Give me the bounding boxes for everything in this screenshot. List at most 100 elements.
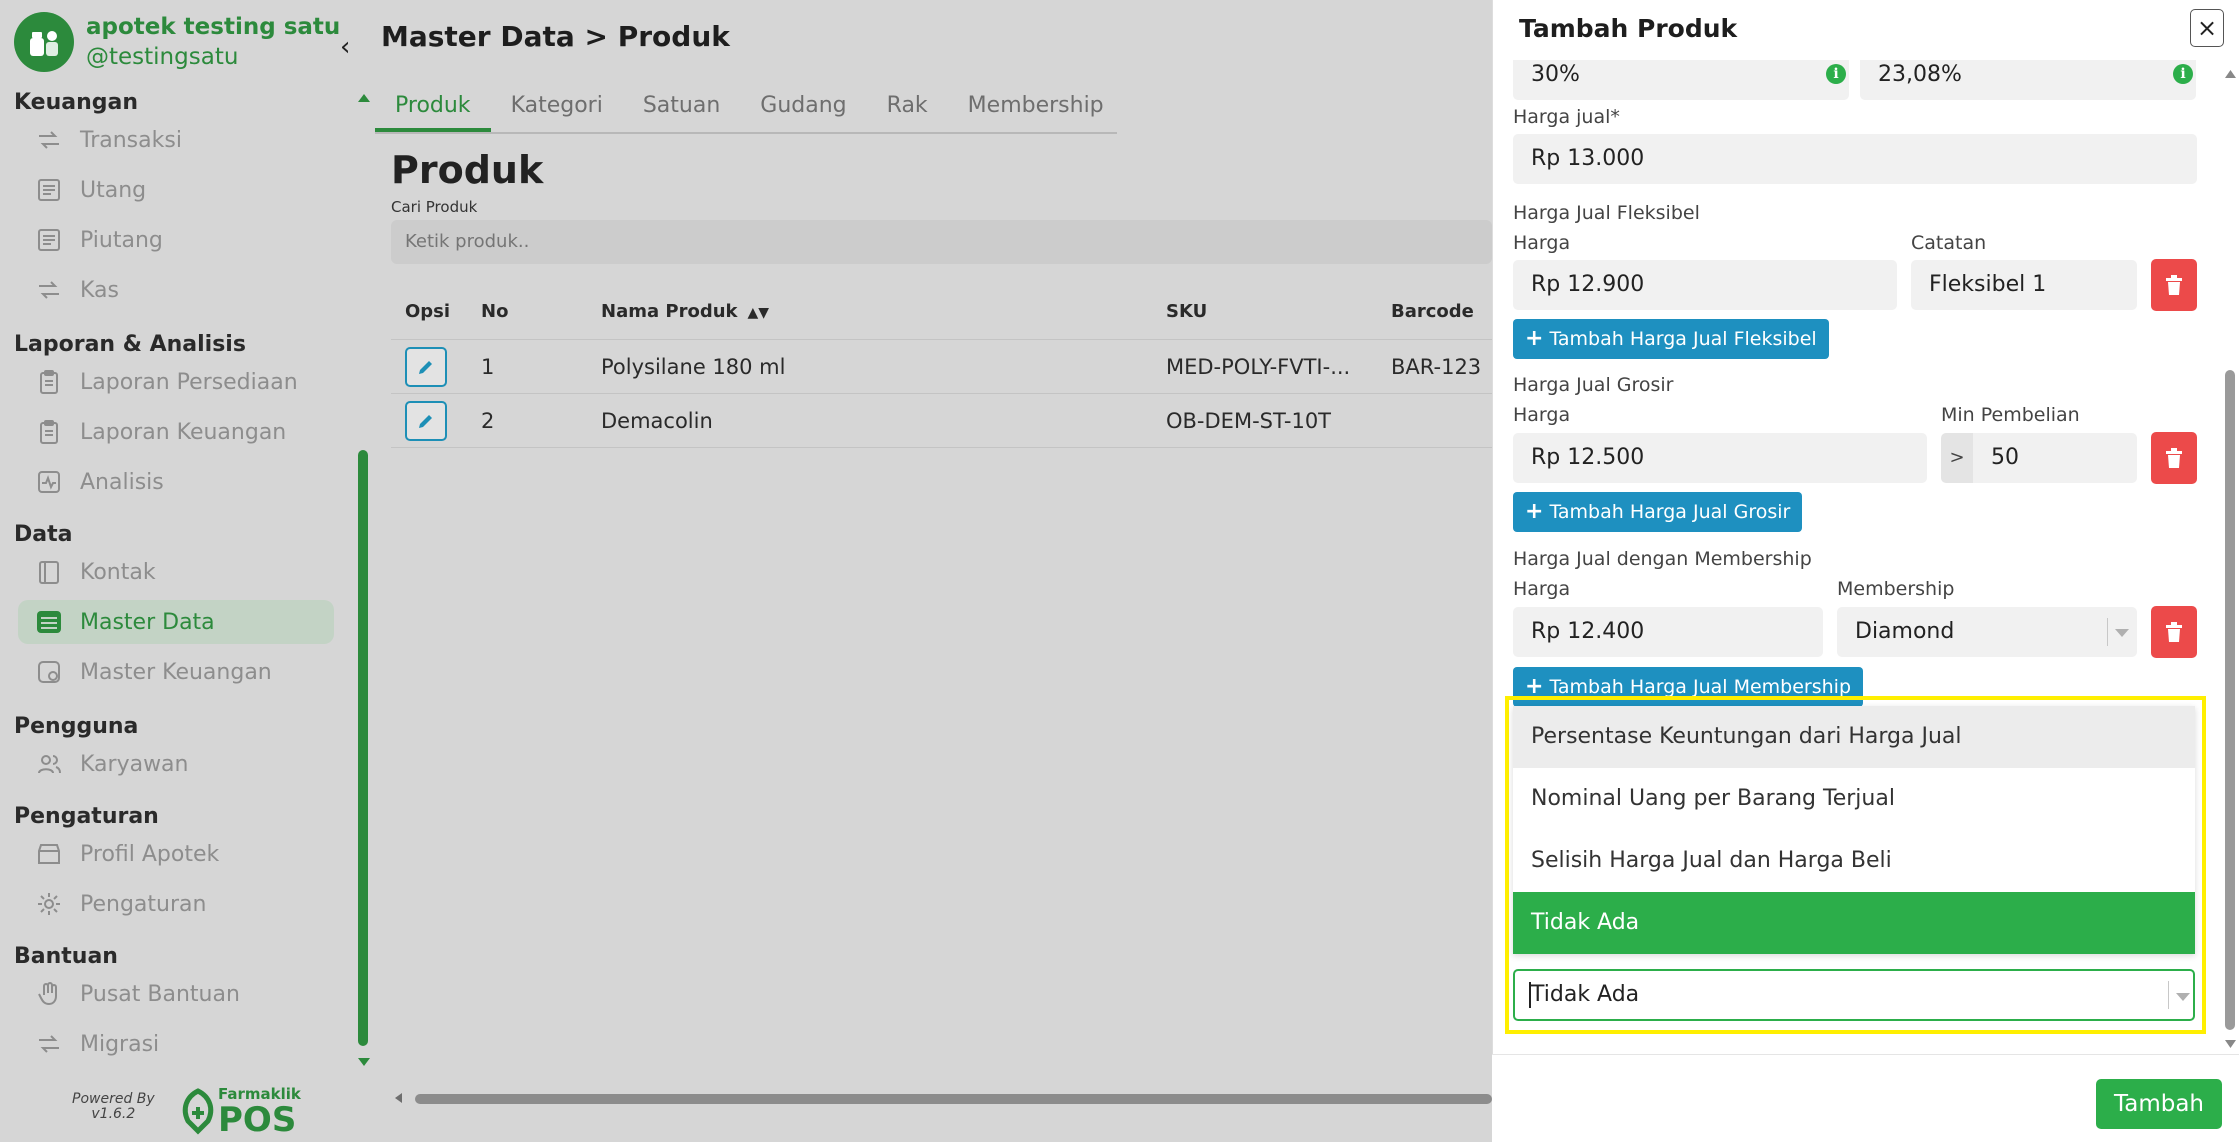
store-icon (32, 837, 66, 871)
sidebar-item-master-data[interactable]: Master Data (18, 600, 334, 644)
margin-percent-field[interactable]: 30% (1513, 60, 1849, 100)
col-opsi: Opsi (405, 301, 451, 322)
cell-nama: Polysilane 180 ml (601, 354, 786, 379)
clipboard-icon (32, 365, 66, 399)
sidebar-item-label: Profil Apotek (80, 841, 220, 867)
sidebar-item-label: Pusat Bantuan (80, 981, 240, 1007)
cash-icon (32, 273, 66, 307)
edit-button[interactable] (405, 400, 447, 441)
select-separator (2168, 981, 2169, 1009)
sidebar-scrollbar-thumb[interactable] (358, 450, 368, 1046)
sidebar-item-label: Migrasi (80, 1031, 160, 1057)
fleksibel-harga-label: Harga (1513, 232, 1571, 254)
contact-book-icon (32, 555, 66, 589)
sidebar-item-label: Master Keuangan (80, 659, 272, 685)
pencil-icon (419, 414, 432, 428)
ledger-icon (32, 173, 66, 207)
close-button[interactable]: × (2190, 9, 2224, 47)
dropdown-option-tidak-ada[interactable]: Tidak Ada (1513, 892, 2195, 954)
collapse-sidebar-icon[interactable]: ‹ (340, 32, 350, 62)
add-grosir-label: Tambah Harga Jual Grosir (1549, 501, 1791, 523)
tab-produk[interactable]: Produk (375, 84, 491, 132)
delete-grosir-button[interactable] (2151, 432, 2197, 484)
grosir-min-input[interactable]: 50 (1973, 433, 2137, 483)
tab-satuan[interactable]: Satuan (623, 84, 740, 132)
tab-gudang[interactable]: Gudang (740, 84, 866, 132)
komisi-select[interactable]: Tidak Ada (1513, 969, 2195, 1021)
sidebar-item-label: Piutang (80, 227, 163, 253)
brand: apotek testing satu @testingsatu (14, 12, 340, 72)
dropdown-option-persentase[interactable]: Persentase Keuntungan dari Harga Jual (1513, 706, 2195, 768)
sidebar-item-label: Laporan Persediaan (80, 369, 298, 395)
submit-button[interactable]: Tambah (2096, 1079, 2222, 1129)
sidebar-item-label: Transaksi (80, 127, 182, 153)
harga-jual-input[interactable]: Rp 13.000 (1513, 134, 2197, 184)
cell-no: 1 (481, 354, 495, 379)
farmaklik-logo: Farmaklik POS (178, 1085, 301, 1137)
table-row: 2 Demacolin OB-DEM-ST-10T (391, 394, 1492, 448)
search-input[interactable] (391, 220, 1492, 264)
membership-type-label: Membership (1837, 578, 1955, 600)
pharmacy-logo-icon (14, 12, 74, 72)
sidebar-item-pusat-bantuan[interactable]: Pusat Bantuan (18, 972, 334, 1016)
app-handle: @testingsatu (86, 44, 239, 70)
add-fleksibel-button[interactable]: + Tambah Harga Jual Fleksibel (1513, 319, 1829, 359)
col-nama-produk[interactable]: Nama Produk ▲▼ (601, 301, 1166, 322)
table-hscroll-thumb[interactable] (415, 1094, 1492, 1104)
grosir-section-label: Harga Jual Grosir (1513, 374, 1674, 396)
sidebar-item-label: Karyawan (80, 751, 189, 777)
hand-icon (32, 977, 66, 1011)
membership-harga-input[interactable]: Rp 12.400 (1513, 607, 1823, 657)
dropdown-option-selisih[interactable]: Selisih Harga Jual dan Harga Beli (1513, 830, 2195, 892)
finance-icon (32, 655, 66, 689)
sidebar-item-master-keuangan[interactable]: Master Keuangan (18, 650, 334, 694)
delete-fleksibel-button[interactable] (2151, 259, 2197, 311)
fleksibel-catatan-input[interactable]: Fleksibel 1 (1911, 260, 2137, 310)
margin-sell-percent-field[interactable]: 23,08% (1860, 60, 2196, 100)
section-pengguna: Pengguna (14, 714, 139, 739)
version-label: v1.6.2 (91, 1106, 136, 1122)
info-icon: i (2173, 64, 2193, 84)
sort-icon[interactable]: ▲▼ (748, 305, 770, 321)
plus-icon: + (1525, 499, 1544, 524)
sidebar-item-analisis[interactable]: Analisis (18, 460, 334, 504)
sidebar-item-migrasi[interactable]: Migrasi (18, 1022, 334, 1066)
sidebar-item-laporan-persediaan[interactable]: Laporan Persediaan (18, 360, 334, 404)
tab-bar: Produk Kategori Satuan Gudang Rak Member… (375, 84, 1117, 134)
sidebar: apotek testing satu @testingsatu ‹ Keuan… (0, 0, 375, 1142)
modal-footer: Tambah (1492, 1054, 2239, 1142)
powered-by: Powered By v1.6.2 (72, 1092, 155, 1122)
komisi-dropdown-menu: Persentase Keuntungan dari Harga Jual No… (1513, 706, 2195, 954)
table-header: Opsi No Nama Produk ▲▼ SKU Barcode (391, 284, 1492, 340)
sidebar-item-profil-apotek[interactable]: Profil Apotek (18, 832, 334, 876)
add-membership-label: Tambah Harga Jual Membership (1549, 676, 1852, 698)
grosir-harga-input[interactable]: Rp 12.500 (1513, 433, 1927, 483)
tab-rak[interactable]: Rak (867, 84, 948, 132)
sidebar-item-kas[interactable]: Kas (18, 268, 334, 312)
search-label: Cari Produk (391, 198, 478, 216)
grosir-harga-label: Harga (1513, 404, 1571, 426)
sidebar-item-laporan-keuangan[interactable]: Laporan Keuangan (18, 410, 334, 454)
ledger-icon (32, 223, 66, 257)
sidebar-item-kontak[interactable]: Kontak (18, 550, 334, 594)
trash-icon (2166, 622, 2182, 642)
modal-scrollbar-thumb[interactable] (2225, 370, 2235, 1030)
info-icon: i (1826, 64, 1846, 84)
edit-button[interactable] (405, 346, 447, 387)
sidebar-item-piutang[interactable]: Piutang (18, 218, 334, 262)
dropdown-option-nominal[interactable]: Nominal Uang per Barang Terjual (1513, 768, 2195, 830)
sidebar-item-utang[interactable]: Utang (18, 168, 334, 212)
delete-membership-button[interactable] (2151, 606, 2197, 658)
membership-select[interactable]: Diamond (1837, 607, 2137, 657)
tab-membership[interactable]: Membership (948, 84, 1124, 132)
fleksibel-harga-input[interactable]: Rp 12.900 (1513, 260, 1897, 310)
fleksibel-section-label: Harga Jual Fleksibel (1513, 202, 1700, 224)
chart-icon (32, 465, 66, 499)
cell-sku: OB-DEM-ST-10T (1166, 408, 1332, 433)
add-grosir-button[interactable]: + Tambah Harga Jual Grosir (1513, 492, 1803, 532)
sidebar-item-pengaturan[interactable]: Pengaturan (18, 882, 334, 926)
sidebar-item-transaksi[interactable]: Transaksi (18, 118, 334, 162)
col-no: No (481, 301, 509, 322)
tab-kategori[interactable]: Kategori (491, 84, 623, 132)
sidebar-item-karyawan[interactable]: Karyawan (18, 742, 334, 786)
